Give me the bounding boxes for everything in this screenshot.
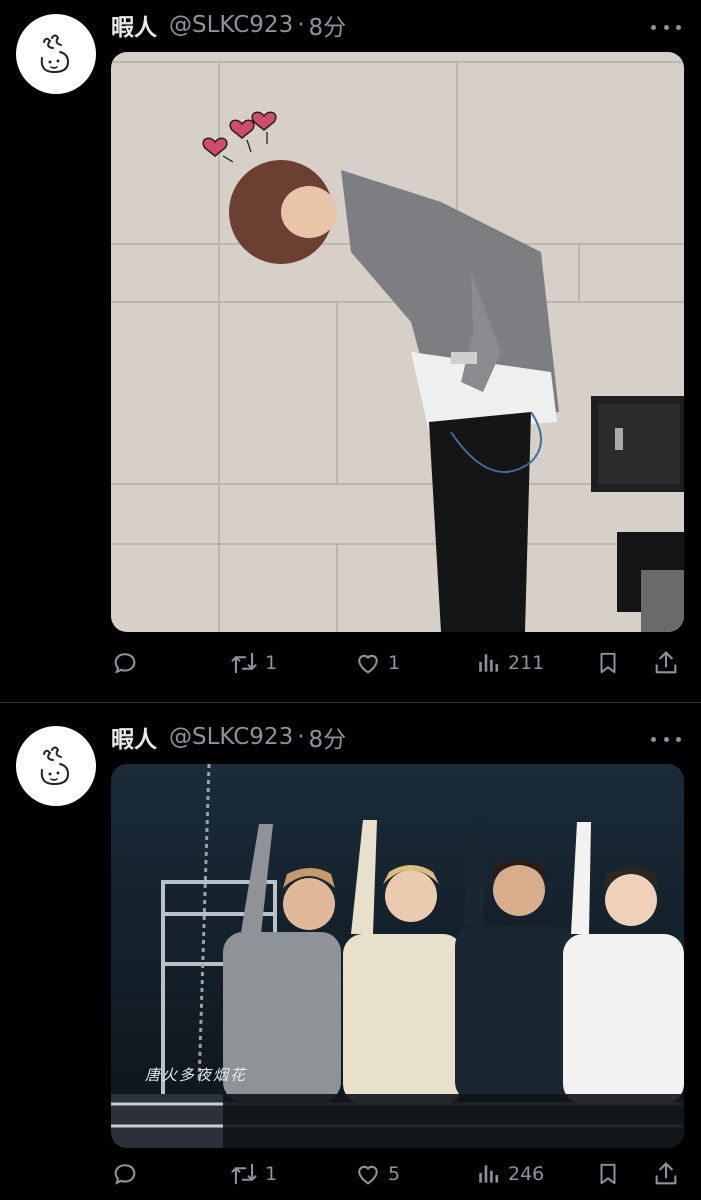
bookmark-icon <box>600 1163 616 1185</box>
retweet-icon <box>231 1163 257 1185</box>
tweet-photo[interactable] <box>111 52 684 632</box>
tweet-actions: 1 1 211 <box>111 645 684 681</box>
reply-button[interactable] <box>111 1156 145 1192</box>
bookmark-button[interactable] <box>595 645 621 681</box>
separator: · <box>297 12 305 38</box>
share-icon <box>655 651 677 674</box>
author-name[interactable]: 暇人 <box>111 720 157 754</box>
bookmark-icon <box>600 652 616 674</box>
share-button[interactable] <box>652 1156 680 1192</box>
like-button[interactable]: 1 <box>354 645 400 681</box>
views-button[interactable]: 246 <box>476 1156 544 1192</box>
retweet-count: 1 <box>265 1163 278 1185</box>
bookmark-button[interactable] <box>595 1156 621 1192</box>
author-name[interactable]: 暇人 <box>111 8 157 42</box>
views-chart-icon <box>479 654 499 672</box>
views-chart-icon <box>479 1165 499 1183</box>
view-count: 246 <box>508 1163 545 1185</box>
author-handle[interactable]: @SLKC923 <box>169 724 293 750</box>
reply-icon <box>114 1164 136 1185</box>
like-button[interactable]: 5 <box>354 1156 400 1192</box>
retweet-button[interactable]: 1 <box>229 645 277 681</box>
photo-group-on-stage <box>111 764 684 1148</box>
like-count: 1 <box>388 652 401 674</box>
tweet-photo[interactable]: 唐火多夜烟花 <box>111 764 684 1148</box>
photo-bowing-person <box>111 52 684 632</box>
more-options-icon[interactable] <box>651 22 681 32</box>
doodle-avatar-icon <box>40 34 70 74</box>
tweet[interactable]: 暇人 @SLKC923 · 8分 <box>0 704 701 1200</box>
author-handle[interactable]: @SLKC923 <box>169 12 293 38</box>
retweet-count: 1 <box>265 652 278 674</box>
tweet-header: 暇人 @SLKC923 · 8分 <box>111 720 347 754</box>
share-icon <box>655 1162 677 1185</box>
retweet-icon <box>231 652 257 674</box>
retweet-button[interactable]: 1 <box>229 1156 277 1192</box>
share-button[interactable] <box>652 645 680 681</box>
separator: · <box>297 724 305 750</box>
tweet-header: 暇人 @SLKC923 · 8分 <box>111 8 347 42</box>
heart-icon <box>358 654 378 674</box>
views-button[interactable]: 211 <box>476 645 544 681</box>
heart-icon <box>358 1165 378 1185</box>
reply-button[interactable] <box>111 645 145 681</box>
tweet-divider <box>0 702 701 703</box>
reply-icon <box>114 653 136 674</box>
doodle-avatar-icon <box>40 746 70 786</box>
more-options-icon[interactable] <box>651 734 681 744</box>
timestamp[interactable]: 8分 <box>309 8 347 42</box>
tweet[interactable]: 暇人 @SLKC923 · 8分 <box>0 0 701 702</box>
photo-caption: 唐火多夜烟花 <box>145 1066 248 1084</box>
like-count: 5 <box>388 1163 401 1185</box>
tweet-actions: 1 5 246 <box>111 1156 684 1192</box>
timestamp[interactable]: 8分 <box>309 720 347 754</box>
view-count: 211 <box>508 652 545 674</box>
avatar[interactable] <box>16 726 96 806</box>
avatar[interactable] <box>16 14 96 94</box>
